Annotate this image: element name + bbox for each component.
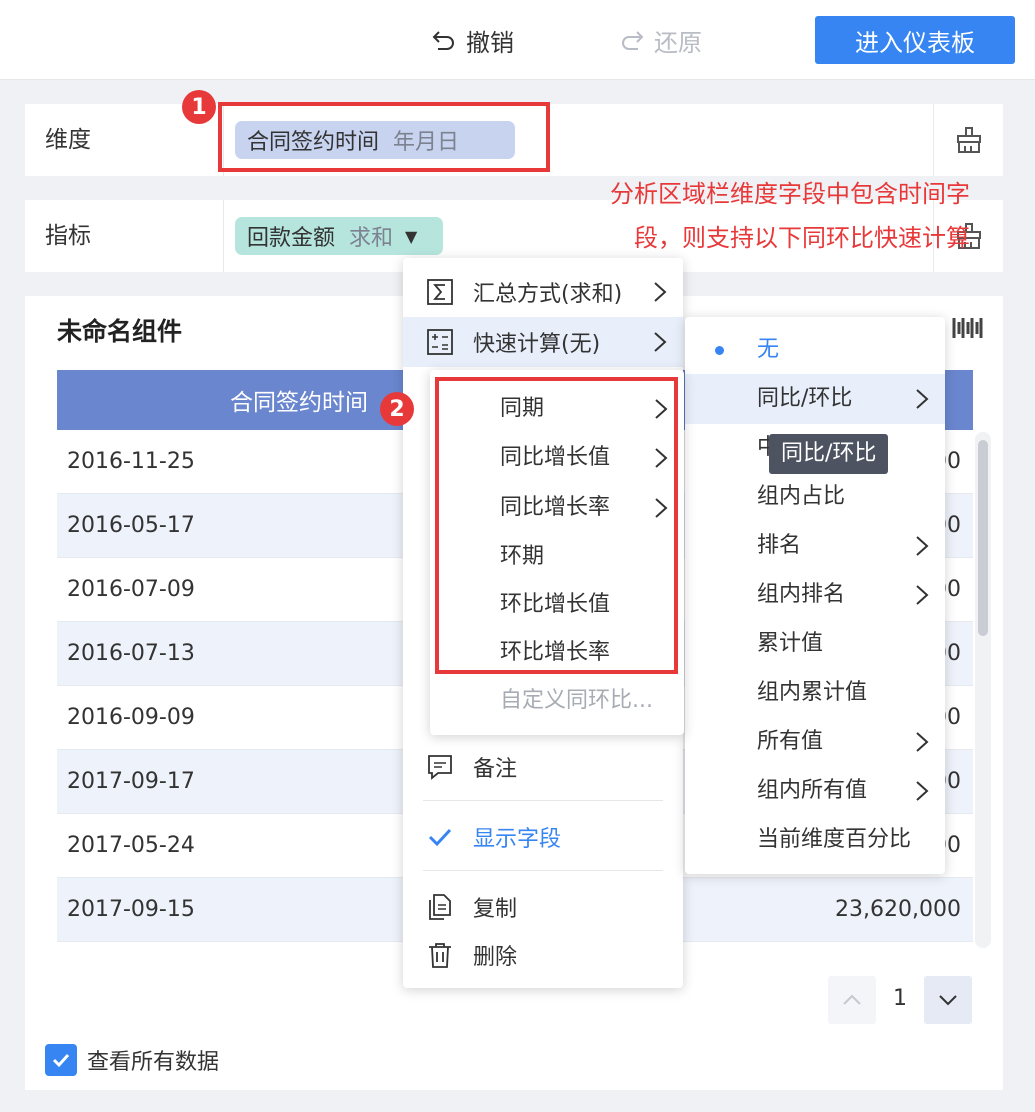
quick-calc-rank[interactable]: 排名 (685, 521, 945, 571)
redo-button[interactable]: 还原 (618, 22, 702, 58)
menu-item-delete[interactable]: 删除 (403, 930, 683, 980)
quick-calc-all-values[interactable]: 所有值 (685, 717, 945, 767)
quick-calc-group-ratio[interactable]: 组内占比 (685, 472, 945, 522)
quick-calc-item-label: 组内排名 (757, 582, 846, 607)
metric-label: 指标 (45, 223, 91, 249)
menu-item-copy-label: 复制 (473, 897, 518, 922)
comment-icon (423, 750, 457, 784)
menu-divider (423, 800, 663, 801)
step-badge-1: 1 (182, 90, 216, 124)
menu-item-quick-calc-label: 快速计算(无) (473, 332, 601, 357)
quick-calc-yoy[interactable]: 同比/环比 (685, 374, 945, 424)
chevron-down-icon (939, 995, 957, 1006)
chevron-right-icon (916, 781, 929, 801)
quick-calc-yoy-label: 同比/环比 (757, 386, 853, 411)
menu-item-show-field-label: 显示字段 (473, 827, 562, 852)
tooltip: 同比/环比 (769, 434, 889, 474)
undo-button[interactable]: 撤销 (430, 22, 514, 58)
quick-calc-item-label: 累计值 (757, 631, 824, 656)
quick-calc-item-label: 排名 (757, 533, 802, 558)
undo-label: 撤销 (466, 28, 514, 57)
metric-field-sub: 求和 (349, 226, 394, 251)
enter-dashboard-button[interactable]: 进入仪表板 (815, 16, 1015, 64)
trash-icon (423, 938, 457, 972)
caret-down-icon[interactable]: ▼ (405, 227, 417, 246)
menu-item-summary-label: 汇总方式(求和) (473, 282, 623, 307)
menu-item-delete-label: 删除 (473, 945, 518, 970)
highlight-box-yoy-options (435, 377, 678, 674)
quick-calc-group-rank[interactable]: 组内排名 (685, 570, 945, 620)
quick-calc-submenu: 无 同比/环比 中 组内占比 排名 组内排名 累计值 组内累计值 所有值 组内所… (685, 317, 945, 874)
menu-divider (423, 870, 663, 871)
chevron-right-icon (654, 282, 667, 302)
menu-item-quick-calc[interactable]: 快速计算(无) (403, 317, 683, 367)
table-scrollbar[interactable] (975, 432, 991, 948)
checkbox-checked-icon (45, 1044, 77, 1076)
quick-calc-item-label: 组内累计值 (757, 680, 868, 705)
redo-icon (622, 31, 644, 50)
quick-calc-item-label: 组内占比 (757, 484, 846, 509)
chevron-up-icon (843, 994, 861, 1005)
chevron-right-icon (916, 585, 929, 605)
scroll-thumb[interactable] (978, 440, 988, 636)
check-icon (423, 820, 457, 854)
quick-calc-none[interactable]: 无 (685, 325, 945, 375)
chevron-right-icon (654, 332, 667, 352)
custom-yoy[interactable]: 自定义同环比... (500, 677, 680, 725)
chevron-right-icon (916, 732, 929, 752)
calculator-icon (423, 325, 457, 359)
annotation-line: 段，则支持以下同环比快速计算 (634, 224, 970, 252)
view-all-data-label: 查看所有数据 (87, 1050, 220, 1075)
quick-calc-item-label: 组内所有值 (757, 778, 868, 803)
menu-item-remark-label: 备注 (473, 757, 518, 782)
menu-item-remark[interactable]: 备注 (403, 742, 683, 792)
view-all-data-checkbox[interactable]: 查看所有数据 (45, 1044, 219, 1076)
menu-item-show-field[interactable]: 显示字段 (403, 812, 683, 862)
custom-yoy-label: 自定义同环比... (500, 688, 653, 713)
page-number: 1 (893, 986, 907, 1011)
copy-icon (423, 890, 457, 924)
quick-calc-none-label: 无 (757, 337, 780, 362)
top-toolbar: 撤销 还原 进入仪表板 (0, 0, 1035, 80)
highlight-box-dimension (218, 102, 550, 172)
chevron-right-icon (916, 536, 929, 556)
dimension-label: 维度 (45, 127, 91, 153)
divider (223, 200, 224, 272)
menu-item-copy[interactable]: 复制 (403, 882, 683, 932)
quick-calc-group-cumulative[interactable]: 组内累计值 (685, 668, 945, 718)
chevron-right-icon (916, 389, 929, 409)
redo-label: 还原 (654, 28, 702, 57)
annotation-line: 分析区域栏维度字段中包含时间字 (610, 180, 970, 208)
quick-calc-item-label: 所有值 (757, 729, 824, 754)
metric-field-pill[interactable]: 回款金额 求和 ▼ (235, 217, 443, 255)
metric-field-name: 回款金额 (247, 226, 336, 251)
undo-icon (432, 31, 454, 50)
sigma-icon (423, 275, 457, 309)
page-up-button[interactable] (828, 976, 876, 1024)
selected-dot-icon (715, 346, 724, 355)
quick-calc-dimension-percent[interactable]: 当前维度百分比 (685, 815, 945, 865)
step-badge-2: 2 (380, 392, 414, 426)
page-down-button[interactable] (924, 976, 972, 1024)
clear-field-icon[interactable] (953, 124, 985, 156)
quick-calc-item-label: 当前维度百分比 (757, 827, 912, 852)
divider (933, 104, 934, 176)
widget-title: 未命名组件 (57, 317, 183, 346)
barcode-icon[interactable] (951, 314, 983, 342)
quick-calc-group-all-values[interactable]: 组内所有值 (685, 766, 945, 816)
menu-item-summary[interactable]: 汇总方式(求和) (403, 267, 683, 317)
quick-calc-cumulative[interactable]: 累计值 (685, 619, 945, 669)
annotation-note: 分析区域栏维度字段中包含时间字 段，则支持以下同环比快速计算 (540, 172, 970, 260)
